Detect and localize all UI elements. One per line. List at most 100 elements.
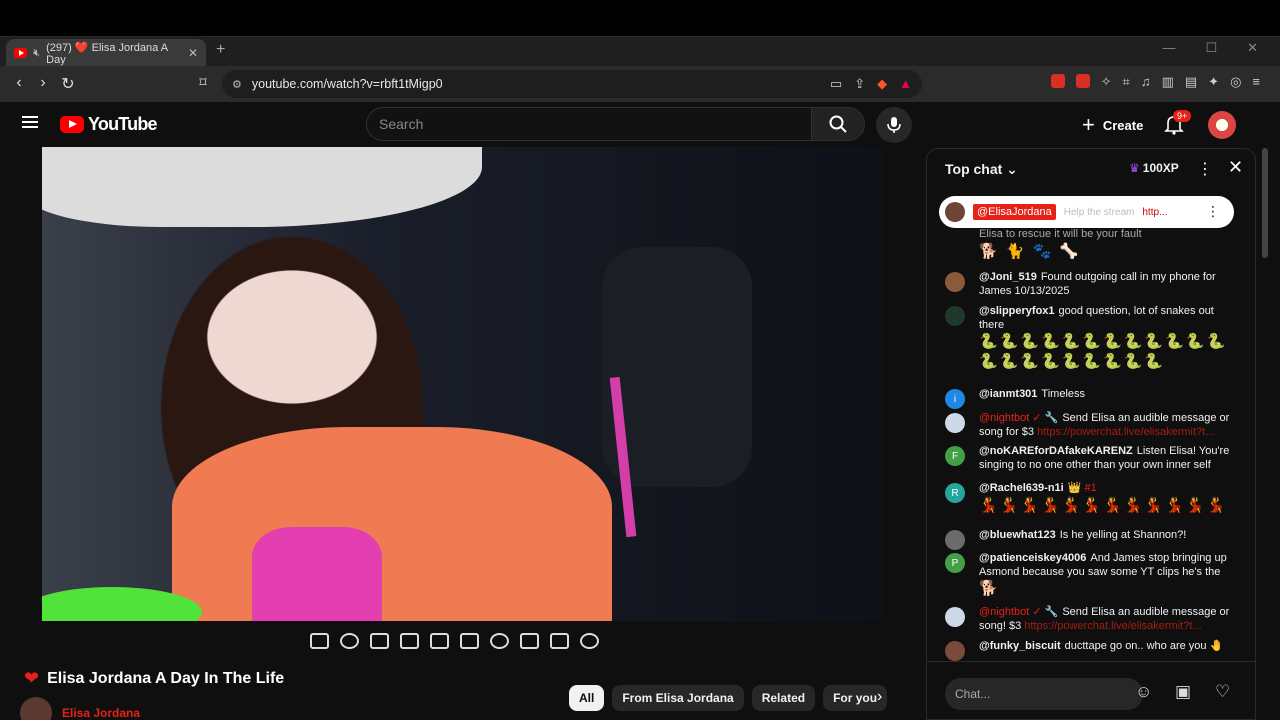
add-icon[interactable] bbox=[520, 633, 539, 649]
sidebar-icon[interactable]: ▥ bbox=[1162, 74, 1174, 90]
message-author[interactable]: @noKAREforDAfakeKARENZ bbox=[979, 445, 1133, 457]
chat-avatar[interactable] bbox=[945, 641, 965, 661]
youtube-logo[interactable]: YouTube bbox=[60, 114, 158, 135]
new-tab-button[interactable]: + bbox=[216, 41, 225, 59]
crop-icon[interactable] bbox=[460, 633, 479, 649]
voice-search-button[interactable] bbox=[876, 107, 912, 143]
menu-icon[interactable]: ≡ bbox=[1252, 74, 1260, 90]
minimize-button[interactable]: — bbox=[1162, 40, 1175, 56]
message-author[interactable]: @nightbot ✓ 🔧 bbox=[979, 606, 1058, 618]
chat-message: @Joni_519 Found outgoing call in my phone… bbox=[945, 271, 1235, 298]
speed-icon[interactable] bbox=[490, 633, 509, 649]
share-icon[interactable]: ⇪ bbox=[854, 76, 865, 92]
mute-icon[interactable]: 🔇︎ bbox=[33, 47, 40, 60]
search-button[interactable] bbox=[811, 107, 865, 141]
heart-reaction-icon[interactable]: ♡ bbox=[1215, 682, 1230, 702]
message-author[interactable]: @Rachel639-n1i bbox=[979, 482, 1064, 494]
message-emojis: 🐍🐍🐍🐍🐍🐍🐍🐍🐍🐍🐍🐍🐍🐍🐍🐍🐍🐍🐍🐍🐍 bbox=[979, 333, 1228, 370]
wallet-icon[interactable]: ▤ bbox=[1185, 74, 1197, 90]
chips-next-chevron-icon[interactable]: › bbox=[877, 688, 882, 706]
audio-mode-icon[interactable] bbox=[340, 633, 359, 649]
nightbot-avatar[interactable] bbox=[945, 607, 965, 627]
chat-avatar[interactable]: F bbox=[945, 446, 965, 466]
url-text[interactable]: youtube.com/watch?v=rbft1tMigp0 bbox=[252, 77, 443, 91]
browser-toolbar: ‹ › ↻ ⌑ ⚙ youtube.com/watch?v=rbft1tMigp… bbox=[0, 66, 1280, 102]
chat-avatar[interactable]: P bbox=[945, 553, 965, 573]
leo-ai-icon[interactable]: ✦ bbox=[1208, 74, 1219, 90]
chat-close-icon[interactable]: ✕ bbox=[1228, 157, 1243, 178]
emoji-picker-icon[interactable]: ☺ bbox=[1135, 682, 1152, 702]
message-link[interactable]: https://powerchat.live/elisakermit?t... bbox=[1024, 620, 1201, 632]
bookmark-icon[interactable]: ⌑ bbox=[191, 74, 215, 91]
message-author[interactable]: @slipperyfox1 bbox=[979, 305, 1055, 317]
super-chat-icon[interactable]: ▣ bbox=[1175, 682, 1191, 702]
chip-all[interactable]: All bbox=[569, 685, 605, 711]
brave-rewards-icon[interactable]: ▲ bbox=[899, 76, 912, 92]
search-input[interactable]: Search bbox=[366, 107, 812, 141]
channel-avatar[interactable] bbox=[20, 697, 52, 720]
back-icon[interactable]: ‹ bbox=[7, 74, 31, 92]
chat-avatar[interactable] bbox=[945, 272, 965, 292]
chat-message: @slipperyfox1 good question, lot of snake… bbox=[945, 305, 1235, 372]
browser-tab[interactable]: 🔇︎ (297) ❤️ Elisa Jordana A Day ✕ bbox=[6, 39, 206, 67]
chat-input-area: Chat... ☺ ▣ ♡ bbox=[927, 661, 1255, 719]
chat-input[interactable]: Chat... bbox=[945, 678, 1143, 710]
screenshot-icon[interactable]: ⌗ bbox=[1122, 74, 1129, 90]
address-bar[interactable]: ⚙ youtube.com/watch?v=rbft1tMigp0 ▭ ⇪ ◆ … bbox=[222, 70, 922, 98]
pinned-options-icon[interactable]: ⋮ bbox=[1206, 203, 1220, 220]
vpn-icon[interactable]: ◎ bbox=[1230, 74, 1241, 90]
screenshot-camera-icon[interactable] bbox=[550, 633, 569, 649]
notification-count-badge: 9+ bbox=[1173, 110, 1192, 122]
maximize-button[interactable]: ☐ bbox=[1205, 40, 1217, 56]
crown-icon: ♛ bbox=[1129, 161, 1140, 175]
video-player[interactable] bbox=[42, 147, 883, 621]
clip-icon[interactable] bbox=[400, 633, 419, 649]
pinned-message[interactable]: @ElisaJordana Help the stream http... ⋮ bbox=[939, 196, 1234, 228]
loop-icon[interactable] bbox=[310, 633, 329, 649]
site-info-icon[interactable]: ⚙ bbox=[232, 78, 242, 91]
chat-avatar[interactable]: i bbox=[945, 389, 965, 409]
chat-message: P @patienceiskey4006 And James stop bring… bbox=[945, 552, 1235, 599]
tab-strip: 🔇︎ (297) ❤️ Elisa Jordana A Day ✕ + bbox=[0, 36, 1280, 67]
create-button[interactable]: + Create bbox=[1070, 108, 1155, 142]
brave-shield-icon[interactable]: ◆ bbox=[877, 76, 887, 92]
message-author[interactable]: @nightbot ✓ 🔧 bbox=[979, 412, 1058, 424]
channel-row: Elisa Jordana bbox=[20, 697, 140, 720]
aspect-ratio-icon[interactable] bbox=[430, 633, 449, 649]
message-author[interactable]: @patienceiskey4006 bbox=[979, 552, 1086, 564]
chip-related[interactable]: Related bbox=[751, 685, 816, 711]
settings-gear-icon[interactable] bbox=[580, 633, 599, 649]
media-icon[interactable]: ♫ bbox=[1141, 74, 1151, 90]
cast-icon[interactable]: ▭ bbox=[830, 76, 842, 92]
message-author[interactable]: @bluewhat123 bbox=[979, 529, 1056, 541]
account-avatar[interactable] bbox=[1208, 111, 1236, 139]
chip-from-channel[interactable]: From Elisa Jordana bbox=[612, 685, 744, 711]
nightbot-avatar[interactable] bbox=[945, 413, 965, 433]
page-scrollbar[interactable] bbox=[1262, 148, 1268, 258]
chat-more-options-icon[interactable]: ⋮ bbox=[1197, 159, 1213, 179]
reload-icon[interactable]: ↻ bbox=[56, 74, 80, 94]
chat-avatar[interactable]: R bbox=[945, 483, 965, 503]
tab-close-icon[interactable]: ✕ bbox=[188, 46, 198, 60]
chat-avatar[interactable] bbox=[945, 306, 965, 326]
mini-player-icon[interactable] bbox=[370, 633, 389, 649]
adblock-plus-icon[interactable] bbox=[1075, 74, 1090, 88]
message-author[interactable]: @ianmt301 bbox=[979, 388, 1037, 400]
plus-icon: + bbox=[1082, 112, 1095, 137]
message-text: Is he yelling at Shannon?! bbox=[1059, 529, 1187, 541]
video-title: ❤ Elisa Jordana A Day In The Life bbox=[24, 668, 284, 689]
forward-icon[interactable]: › bbox=[31, 74, 55, 92]
extensions-icon[interactable]: ✧ bbox=[1101, 74, 1112, 90]
pinned-link[interactable]: http... bbox=[1142, 207, 1167, 218]
message-author[interactable]: @Joni_519 bbox=[979, 271, 1037, 283]
message-author[interactable]: @funky_biscuit bbox=[979, 640, 1061, 652]
message-link[interactable]: https://powerchat.live/elisakermit?t... bbox=[1037, 426, 1214, 438]
pinned-author: @ElisaJordana bbox=[973, 204, 1056, 220]
chat-avatar[interactable] bbox=[945, 530, 965, 550]
channel-name[interactable]: Elisa Jordana bbox=[62, 706, 140, 720]
hamburger-menu-icon[interactable] bbox=[22, 116, 38, 128]
xp-badge[interactable]: ♛ 100XP bbox=[1129, 161, 1179, 175]
close-window-button[interactable]: ✕ bbox=[1247, 40, 1258, 56]
chat-mode-dropdown[interactable]: Top chat ⌄ bbox=[945, 161, 1018, 178]
extension-red-icon[interactable] bbox=[1050, 74, 1065, 88]
